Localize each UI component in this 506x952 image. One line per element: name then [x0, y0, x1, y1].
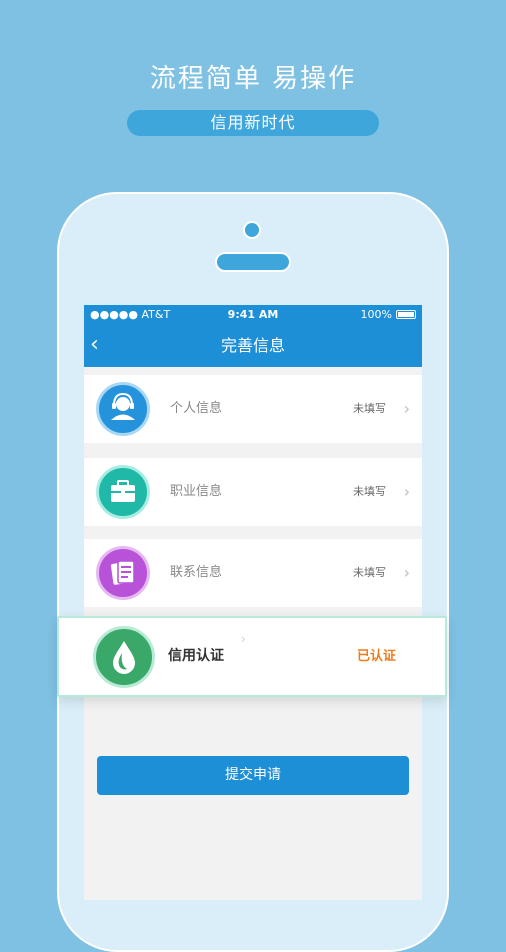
phone-screen: ●●●●● AT&T 9:41 AM 100% ‹ 完善信息 个人信息 未填写 … [84, 305, 422, 900]
battery-icon [396, 310, 416, 319]
chevron-right-icon: › [403, 399, 410, 418]
list-item-contact-info[interactable]: 联系信息 未填写 › [84, 539, 422, 607]
chevron-right-icon: › [403, 563, 410, 582]
list-item-label: 联系信息 [170, 565, 223, 580]
list-item-label: 职业信息 [170, 484, 223, 499]
list-item-personal-info[interactable]: 个人信息 未填写 › [84, 375, 422, 443]
list-item-status: 未填写 [353, 485, 386, 498]
list-item-label: 信用认证 [168, 648, 224, 664]
list-item-job-info[interactable]: 职业信息 未填写 › [84, 458, 422, 526]
contacts-icon [96, 546, 150, 600]
briefcase-icon [96, 465, 150, 519]
water-drop-icon [93, 626, 155, 688]
chevron-right-icon: › [241, 632, 246, 646]
headline: 流程简单 易操作 [149, 64, 357, 94]
list-item-credit-certification[interactable]: 信用认证 › 已认证 [57, 616, 447, 697]
list-item-label: 个人信息 [170, 401, 223, 416]
tagline-pill: 信用新时代 [127, 110, 379, 136]
status-bar: ●●●●● AT&T 9:41 AM 100% [84, 305, 422, 325]
submit-button[interactable]: 提交申请 [97, 756, 409, 795]
chevron-right-icon: › [403, 482, 410, 501]
certified-status: 已认证 [357, 649, 397, 664]
page-title: 完善信息 [220, 336, 285, 355]
customer-service-icon [96, 382, 150, 436]
list-item-status: 未填写 [353, 402, 386, 415]
nav-bar: ‹ 完善信息 [84, 325, 422, 367]
list-item-status: 未填写 [353, 566, 386, 579]
camera-icon [243, 221, 261, 239]
speaker-grille [215, 252, 291, 272]
battery-percent: 100% [360, 308, 392, 321]
